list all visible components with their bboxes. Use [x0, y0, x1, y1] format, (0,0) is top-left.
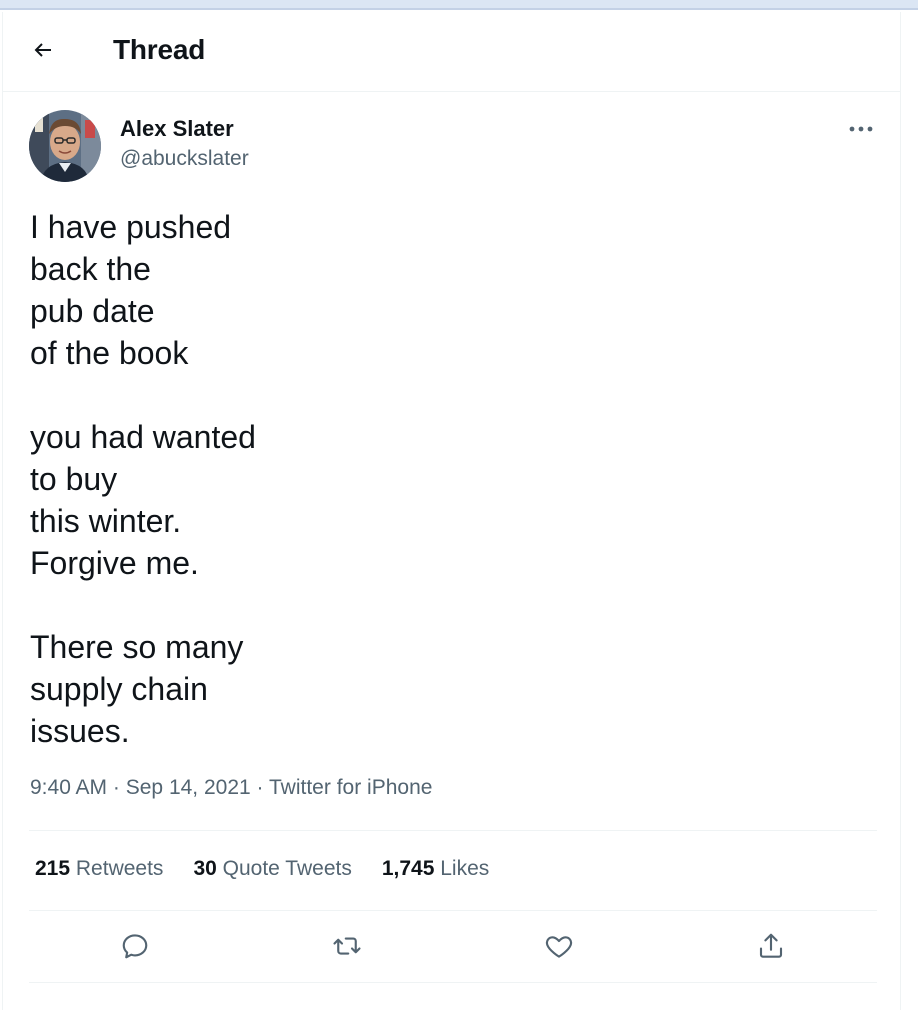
tweet-stats: 215 Retweets 30 Quote Tweets 1,745 Likes — [35, 857, 489, 881]
meta-separator: · — [112, 776, 120, 799]
share-icon — [759, 933, 783, 958]
tweet-source[interactable]: Twitter for iPhone — [269, 776, 432, 799]
author-handle[interactable]: @abuckslater — [120, 147, 249, 171]
divider — [29, 910, 877, 911]
likes-label: Likes — [440, 857, 490, 880]
thread-header: Thread — [3, 12, 900, 92]
more-options-button[interactable] — [841, 114, 881, 144]
divider — [29, 982, 877, 983]
arrow-left-icon — [34, 43, 51, 57]
retweet-button[interactable] — [327, 926, 367, 966]
reply-icon — [122, 934, 148, 959]
back-button[interactable] — [25, 32, 61, 68]
thread-page: Thread Alex Slater @abuckslater I have p… — [2, 12, 901, 1010]
more-horizontal-icon — [849, 126, 873, 132]
browser-top-strip — [0, 0, 918, 10]
divider — [29, 830, 877, 831]
quote-tweets-label: Quote Tweets — [222, 857, 352, 880]
retweets-label: Retweets — [75, 857, 164, 880]
likes-stat[interactable]: 1,745 Likes — [382, 857, 489, 881]
avatar[interactable] — [29, 110, 101, 182]
page-title: Thread — [113, 34, 206, 65]
retweets-stat[interactable]: 215 Retweets — [35, 857, 163, 881]
author-photo — [29, 110, 101, 182]
tweet-date[interactable]: Sep 14, 2021 — [126, 776, 251, 799]
likes-count: 1,745 — [381, 857, 435, 880]
retweets-count: 215 — [35, 857, 71, 880]
quote-tweets-stat[interactable]: 30 Quote Tweets — [193, 857, 351, 881]
quote-tweets-count: 30 — [193, 857, 217, 880]
tweet-meta: 9:40 AM · Sep 14, 2021 · Twitter for iPh… — [30, 776, 432, 800]
reply-button[interactable] — [115, 926, 155, 966]
retweet-icon — [333, 937, 361, 955]
tweet-time[interactable]: 9:40 AM — [30, 776, 107, 799]
share-button[interactable] — [751, 926, 791, 966]
like-button[interactable] — [539, 926, 579, 966]
tweet-text: I have pushed back the pub date of the b… — [30, 209, 256, 749]
meta-separator: · — [256, 776, 264, 799]
like-icon — [545, 936, 573, 958]
author-name[interactable]: Alex Slater — [120, 116, 234, 142]
